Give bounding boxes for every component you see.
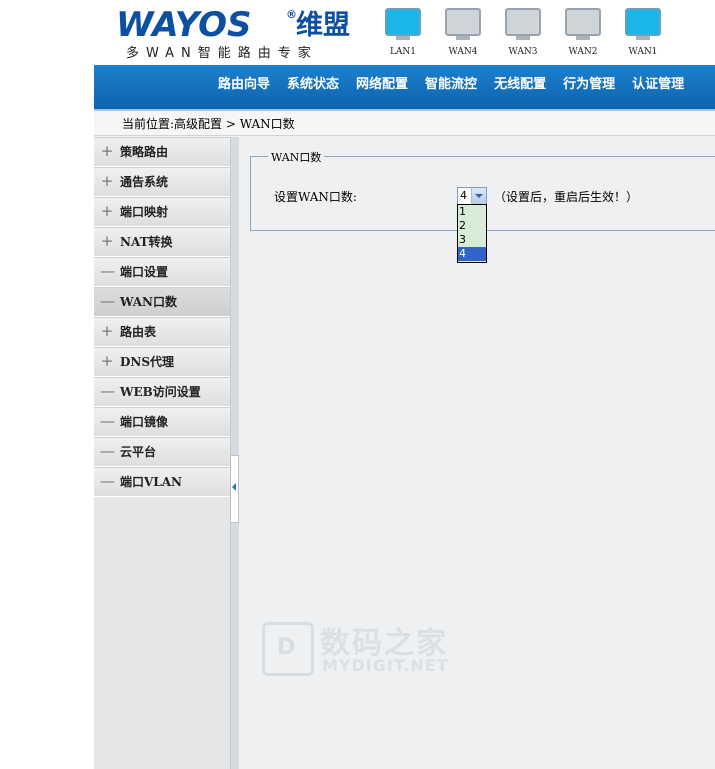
collapse-sidebar-button[interactable] [230, 455, 239, 523]
expand-icon: + [100, 322, 114, 340]
nav-wireless-config[interactable]: 无线配置 [494, 73, 546, 92]
watermark-logo-icon: D [262, 622, 314, 676]
monitor-icon [505, 8, 541, 36]
option-1[interactable]: 1 [458, 205, 486, 219]
sidebar-item-port-settings[interactable]: — 端口设置 [94, 257, 230, 287]
wan-count-fieldset: WAN口数 设置WAN口数: 4 （设置后，重启后生效！） 1 2 3 4 [250, 149, 715, 263]
option-2[interactable]: 2 [458, 219, 486, 233]
dash-icon: — [100, 412, 115, 430]
monitor-icon [445, 8, 481, 36]
top-nav: 路由向导 系统状态 网络配置 智能流控 无线配置 行为管理 认证管理 [94, 65, 715, 111]
chevron-left-icon [232, 483, 236, 491]
dash-icon: — [100, 472, 115, 490]
sidebar-item-policy-route[interactable]: + 策略路由 [94, 137, 230, 167]
port-wan1: WAN1 [623, 8, 663, 62]
sidebar: + 策略路由 + 通告系统 + 端口映射 + NAT转换 — 端口设置 — WA… [94, 137, 230, 769]
wan-count-select[interactable]: 4 [457, 187, 487, 205]
nav-flow-control[interactable]: 智能流控 [425, 73, 477, 92]
header: WAYOS ® 维盟 多WAN智能路由专家 LAN1 WAN4 WAN3 WAN… [94, 0, 715, 65]
breadcrumb: 当前位置:高级配置 > WAN口数 [94, 111, 715, 136]
monitor-icon [385, 8, 421, 36]
sidebar-item-cloud-platform[interactable]: — 云平台 [94, 437, 230, 467]
nav-behavior-management[interactable]: 行为管理 [563, 73, 615, 92]
nav-auth-management[interactable]: 认证管理 [632, 73, 684, 92]
dash-icon: — [100, 262, 115, 280]
expand-icon: + [100, 172, 114, 190]
nav-system-status[interactable]: 系统状态 [287, 73, 339, 92]
sidebar-item-notice-system[interactable]: + 通告系统 [94, 167, 230, 197]
sidebar-item-port-vlan[interactable]: — 端口VLAN [94, 467, 230, 497]
sidebar-item-nat[interactable]: + NAT转换 [94, 227, 230, 257]
sidebar-item-wan-count[interactable]: — WAN口数 [94, 287, 230, 317]
option-3[interactable]: 3 [458, 233, 486, 247]
expand-icon: + [100, 232, 114, 250]
nav-network-config[interactable]: 网络配置 [356, 73, 408, 92]
router-admin-page: WAYOS ® 维盟 多WAN智能路由专家 LAN1 WAN4 WAN3 WAN… [94, 0, 715, 769]
sidebar-item-route-table[interactable]: + 路由表 [94, 317, 230, 347]
dash-icon: — [100, 382, 115, 400]
fieldset-legend: WAN口数 [268, 149, 325, 165]
monitor-icon [565, 8, 601, 36]
mydigit-watermark: D 数码之家 MYDIGIT.NET [262, 620, 462, 680]
brand-name: WAYOS [116, 5, 252, 45]
option-4[interactable]: 4 [458, 247, 486, 261]
dash-icon: — [100, 442, 115, 460]
nav-route-wizard[interactable]: 路由向导 [218, 73, 270, 92]
sidebar-item-port-mirror[interactable]: — 端口镜像 [94, 407, 230, 437]
brand-name-cn: 维盟 [296, 10, 350, 41]
restart-hint: （设置后，重启后生效！） [494, 190, 639, 204]
brand-slogan: 多WAN智能路由专家 [126, 46, 318, 61]
watermark-text-en: MYDIGIT.NET [322, 656, 449, 675]
monitor-icon [625, 8, 661, 36]
sidebar-item-port-mapping[interactable]: + 端口映射 [94, 197, 230, 227]
wayos-logo: WAYOS ® 维盟 多WAN智能路由专家 [116, 6, 361, 64]
port-lan1: LAN1 [383, 8, 423, 62]
sidebar-splitter[interactable] [230, 137, 239, 769]
wan-count-label: 设置WAN口数: [274, 190, 357, 204]
expand-icon: + [100, 352, 114, 370]
chevron-down-icon[interactable] [471, 188, 486, 204]
port-wan4: WAN4 [443, 8, 483, 62]
expand-icon: + [100, 142, 114, 160]
wan-count-dropdown: 1 2 3 4 [457, 204, 487, 263]
port-wan2: WAN2 [563, 8, 603, 62]
dash-icon: — [100, 292, 115, 310]
select-value: 4 [460, 189, 467, 202]
port-wan3: WAN3 [503, 8, 543, 62]
sidebar-item-dns-proxy[interactable]: + DNS代理 [94, 347, 230, 377]
sidebar-item-web-access[interactable]: — WEB访问设置 [94, 377, 230, 407]
breadcrumb-text: 当前位置:高级配置 > WAN口数 [122, 117, 295, 131]
expand-icon: + [100, 202, 114, 220]
